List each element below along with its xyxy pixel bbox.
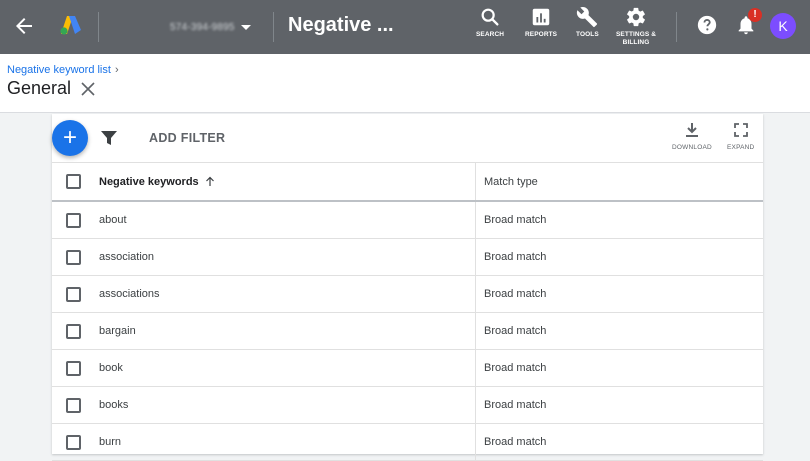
select-all-checkbox[interactable] [65, 174, 81, 189]
add-filter-button[interactable]: ADD FILTER [149, 131, 225, 145]
help-icon[interactable] [696, 14, 718, 36]
table-toolbar: + ADD FILTER DOWNLOAD EXPAND [52, 114, 763, 163]
expand-icon [733, 123, 748, 137]
breadcrumb[interactable]: Negative keyword list › [7, 64, 119, 76]
keyword-cell: associations [94, 276, 476, 312]
table-row[interactable]: book Broad match [52, 350, 763, 387]
divider [676, 12, 677, 42]
keyword-cell: association [94, 239, 476, 275]
table-row[interactable]: associations Broad match [52, 276, 763, 313]
page-header: Negative keyword list › General [0, 54, 810, 113]
reports-tool-label: REPORTS [525, 31, 558, 38]
page-name: Negative ... [288, 14, 394, 36]
table-row[interactable]: about Broad match [52, 202, 763, 239]
top-app-bar: 574-394-9895 Negative ... SEARCH REPORTS… [0, 0, 810, 54]
column-header-keywords[interactable]: Negative keywords [94, 163, 476, 200]
search-tool-button[interactable]: SEARCH [476, 6, 504, 39]
table-header-row: Negative keywords Match type [52, 163, 763, 202]
download-button[interactable]: DOWNLOAD [672, 122, 712, 151]
row-checkbox[interactable] [65, 360, 81, 376]
select-all-cell [52, 163, 94, 200]
row-checkbox[interactable] [65, 286, 81, 302]
match-type-cell[interactable]: Broad match [476, 350, 763, 386]
breadcrumb-link[interactable]: Negative keyword list [7, 64, 111, 76]
column-header-keywords-label: Negative keywords [99, 175, 199, 188]
divider [98, 12, 99, 42]
keyword-cell: book [94, 350, 476, 386]
account-selector[interactable]: 574-394-9895 [170, 16, 251, 38]
keywords-table: Negative keywords Match type about Broad … [52, 163, 763, 461]
match-type-cell[interactable]: Broad match [476, 202, 763, 238]
match-type-cell[interactable]: Broad match [476, 239, 763, 275]
tools-tool-button[interactable]: TOOLS [576, 6, 599, 39]
google-ads-logo-icon[interactable] [58, 12, 84, 38]
wrench-icon [577, 7, 598, 28]
page-title: General [7, 78, 72, 98]
column-header-match-type[interactable]: Match type [476, 163, 763, 200]
expand-label: EXPAND [727, 144, 755, 151]
dropdown-caret-icon [240, 24, 251, 30]
download-label: DOWNLOAD [672, 144, 712, 151]
search-tool-label: SEARCH [476, 31, 505, 38]
row-checkbox[interactable] [65, 397, 81, 413]
keyword-table-card: + ADD FILTER DOWNLOAD EXPAND Negative ke… [52, 114, 763, 461]
match-type-cell[interactable]: Broad match [476, 276, 763, 312]
row-select-cell [52, 239, 94, 275]
match-type-cell[interactable]: Broad match [476, 387, 763, 423]
row-select-cell [52, 276, 94, 312]
notification-badge: ! [748, 8, 762, 22]
row-select-cell [52, 424, 94, 460]
table-body: about Broad match association Broad match as… [52, 202, 763, 461]
settings-billing-label: SETTINGS & BILLING [616, 31, 657, 46]
sort-ascending-icon [205, 176, 214, 186]
filter-icon[interactable] [100, 130, 118, 146]
add-keyword-button[interactable]: + [52, 120, 88, 156]
row-select-cell [52, 202, 94, 238]
settings-billing-button[interactable]: SETTINGS & BILLING [616, 6, 656, 47]
gear-icon [627, 7, 645, 27]
account-id: 574-394-9895 [170, 21, 235, 33]
reports-tool-button[interactable]: REPORTS [525, 6, 557, 39]
row-select-cell [52, 313, 94, 349]
back-arrow-icon[interactable] [12, 14, 36, 38]
keyword-cell: books [94, 387, 476, 423]
account-avatar[interactable]: K [770, 13, 796, 39]
close-icon[interactable] [81, 81, 95, 96]
table-row[interactable]: books Broad match [52, 387, 763, 424]
table-row[interactable]: bargain Broad match [52, 313, 763, 350]
match-type-cell[interactable]: Broad match [476, 424, 763, 460]
row-select-cell [52, 350, 94, 386]
row-checkbox[interactable] [65, 323, 81, 339]
chevron-right-icon: › [114, 64, 119, 76]
keyword-cell: burn [94, 424, 476, 460]
download-icon [685, 123, 698, 137]
row-select-cell [52, 387, 94, 423]
match-type-cell[interactable]: Broad match [476, 313, 763, 349]
row-checkbox[interactable] [65, 212, 81, 228]
reports-icon [532, 8, 550, 26]
table-row[interactable]: association Broad match [52, 239, 763, 276]
expand-button[interactable]: EXPAND [727, 122, 754, 151]
search-icon [481, 8, 499, 26]
row-checkbox[interactable] [65, 434, 81, 450]
keyword-cell: bargain [94, 313, 476, 349]
plus-icon: + [62, 124, 77, 151]
divider [273, 12, 274, 42]
tools-tool-label: TOOLS [576, 31, 599, 38]
title-row: General [7, 78, 95, 99]
row-checkbox[interactable] [65, 249, 81, 265]
keyword-cell: about [94, 202, 476, 238]
